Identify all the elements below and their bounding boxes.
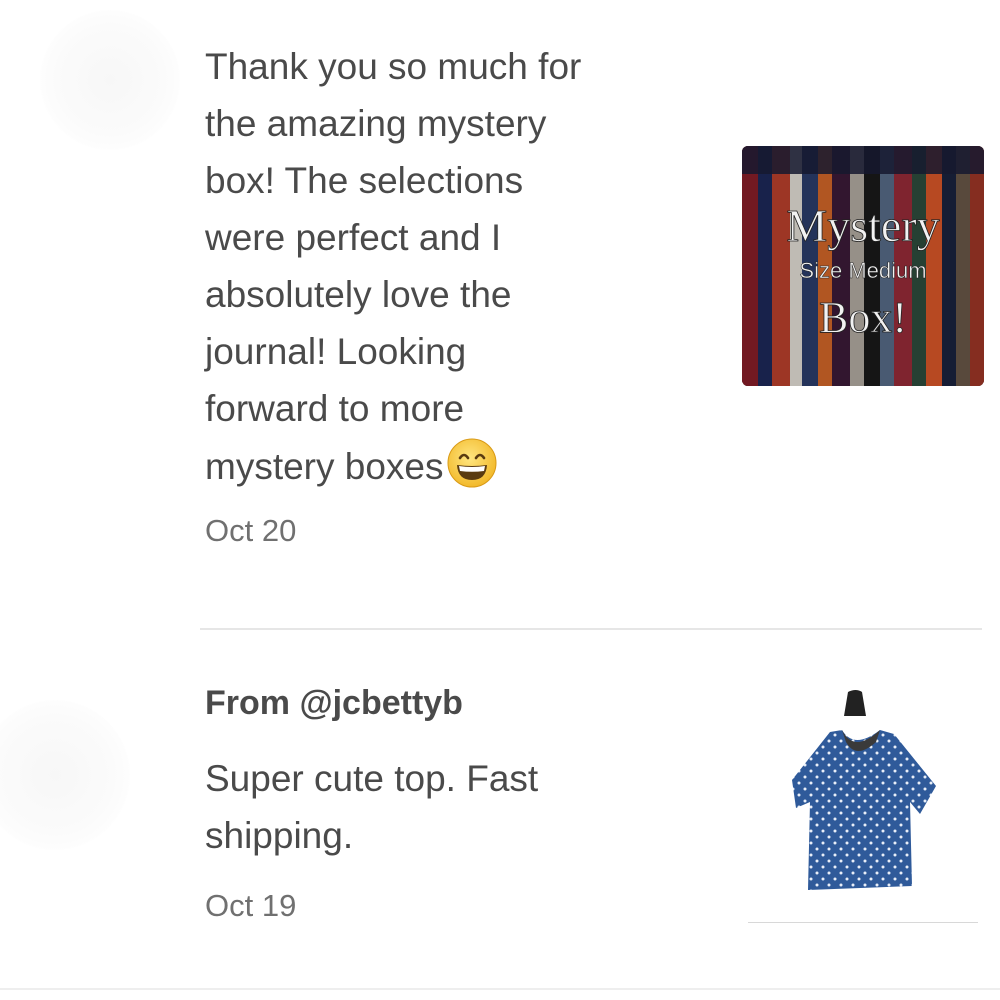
grinning-face-emoji-icon [447,438,497,488]
review-item: Thank you so much for the amazing myster… [205,38,705,549]
review-message-text: Thank you so much for the amazing myster… [205,46,582,487]
review-author[interactable]: From @jcbettyb [205,680,705,726]
reviewer-avatar[interactable] [0,700,130,850]
thumbnail-subtitle: Size Medium [799,258,926,283]
mystery-box-image: Mystery Size Medium Box! [742,146,984,386]
mystery-box-thumbnail[interactable]: Mystery Size Medium Box! [742,146,984,386]
review-date: Oct 19 [205,888,297,923]
review-date: Oct 20 [205,513,297,548]
bottom-divider [0,988,1000,990]
blouse-thumbnail[interactable] [790,690,940,922]
review-message: Super cute top. Fast shipping. [205,758,539,856]
review-message: Thank you so much for the amazing myster… [205,38,705,495]
review-item: From @jcbettyb Super cute top. Fast ship… [205,680,705,924]
thumbnail-divider [748,922,978,923]
reviewer-avatar[interactable] [40,10,180,150]
review-divider [200,628,982,630]
thumbnail-title: Mystery [786,200,939,251]
blouse-image [792,690,936,890]
thumbnail-title-2: Box! [819,293,907,342]
